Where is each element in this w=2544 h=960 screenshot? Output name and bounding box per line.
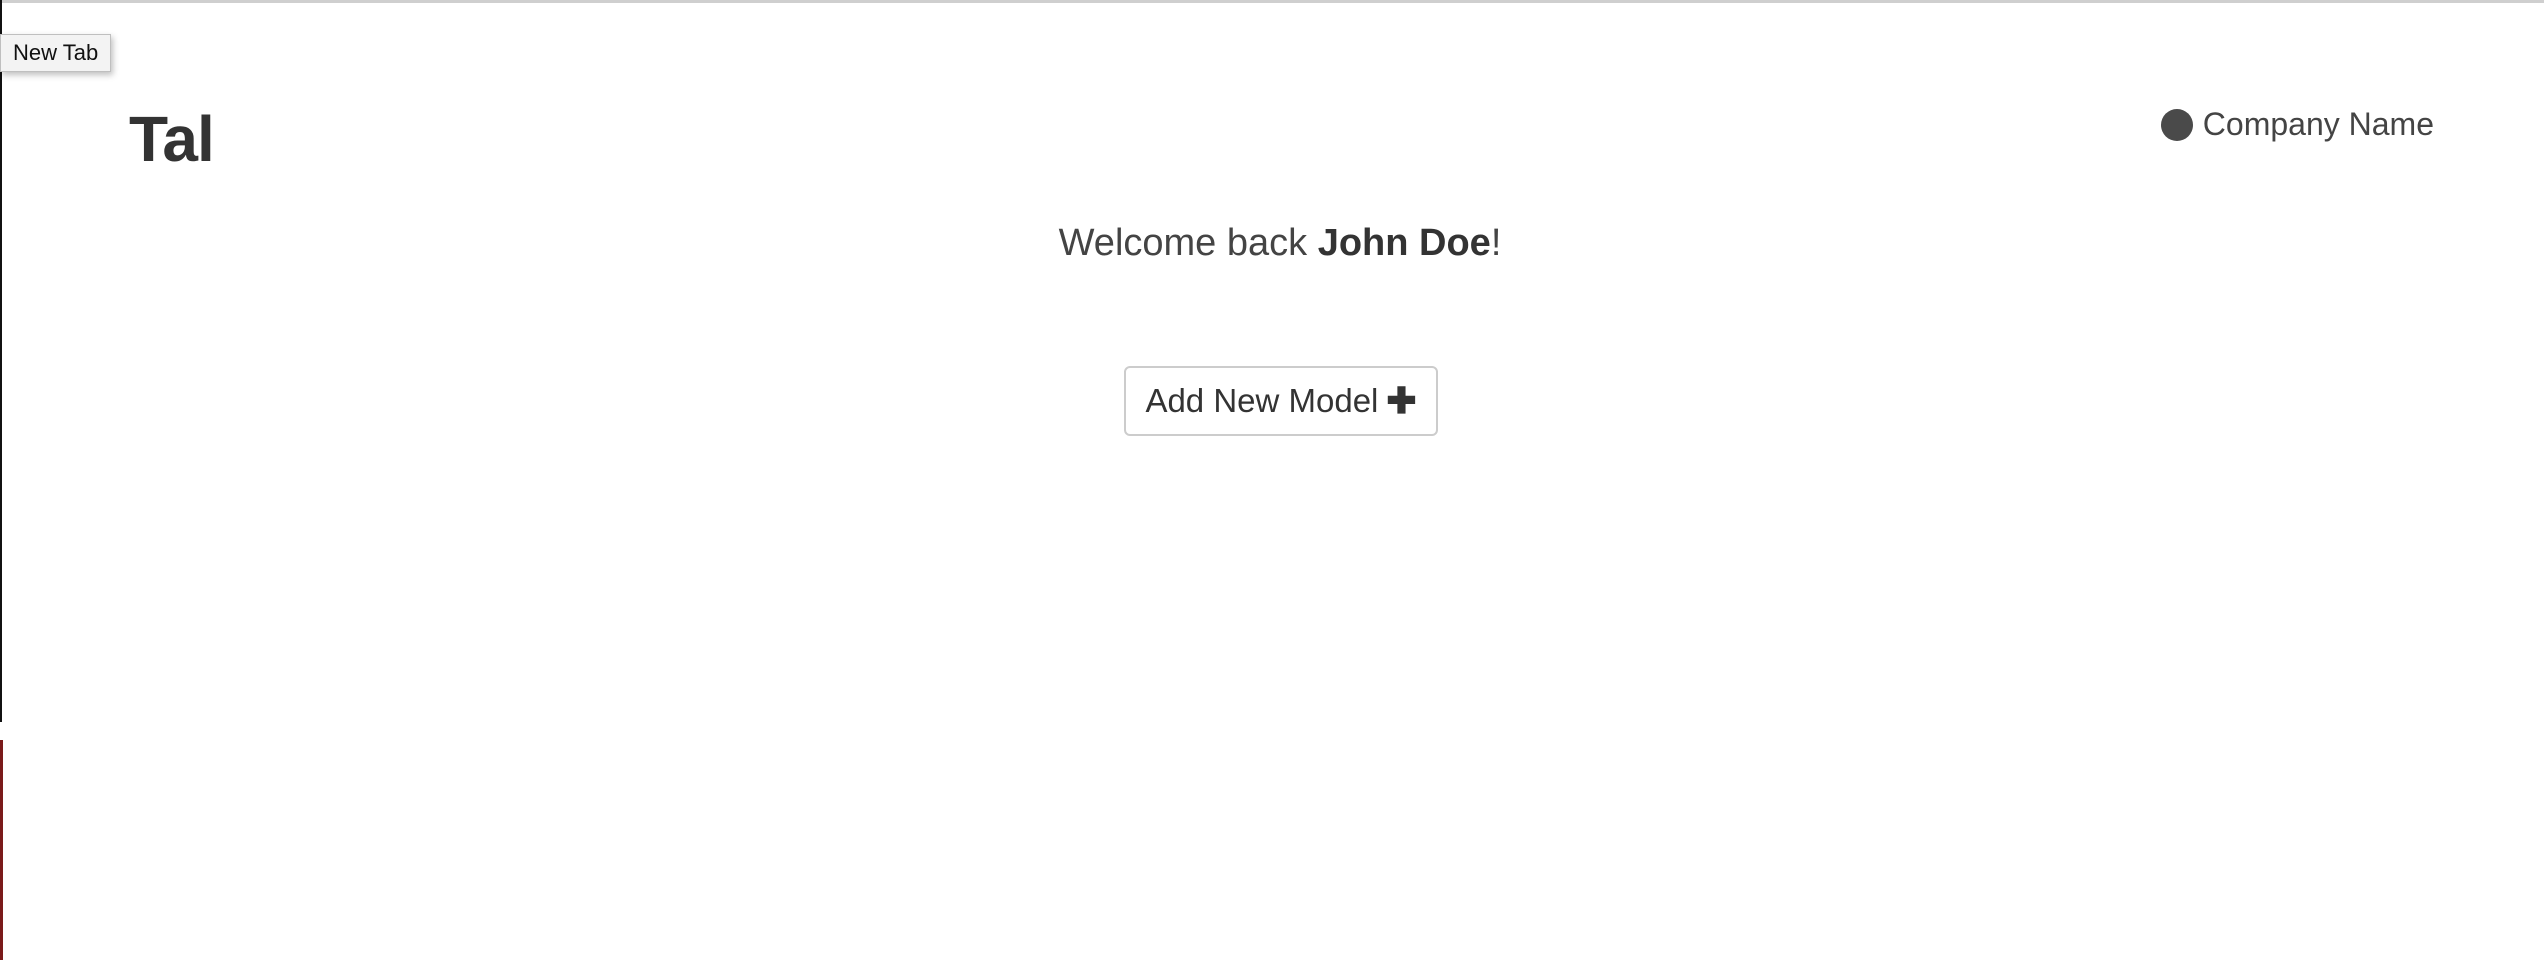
top-border [0,0,2544,3]
welcome-suffix: ! [1490,222,1502,264]
new-tab-tooltip: New Tab [0,34,112,72]
user-name: John Doe [1317,222,1491,264]
left-edge [0,0,2,722]
company-name: Company Name [2202,106,2434,142]
plus-icon: ✚ [1386,380,1417,421]
company-menu[interactable]: Company Name [2160,106,2434,143]
brand-title[interactable]: Tal [129,102,215,176]
add-new-model-label: Add New Model [1145,382,1379,419]
left-edge-accent [0,740,3,960]
add-new-model-button[interactable]: Add New Model ✚ [1124,366,1438,436]
page: New Tab Tal Company Name Welcome back Jo… [0,0,2544,960]
welcome-message: Welcome back John Doe! [0,222,2544,265]
circle-icon [2160,108,2193,141]
welcome-prefix: Welcome back [1058,222,1318,264]
